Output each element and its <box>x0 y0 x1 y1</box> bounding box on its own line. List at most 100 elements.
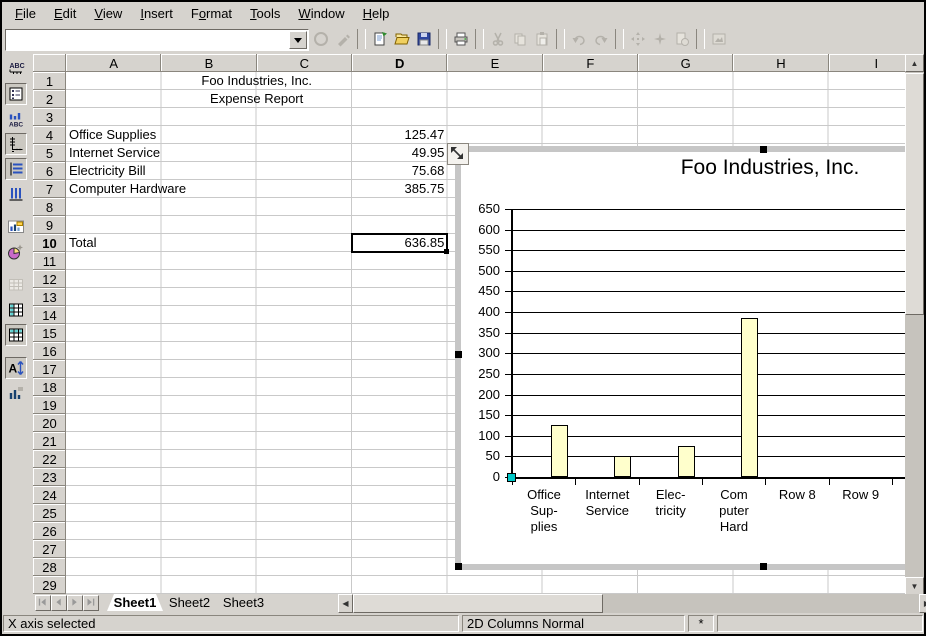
vertical-scrollbar-thumb[interactable] <box>905 73 924 315</box>
row-header-25[interactable]: 25 <box>33 504 66 522</box>
x-axis-category-label[interactable]: Internet Service <box>575 487 639 519</box>
y-axis-label[interactable]: 650 <box>462 201 500 217</box>
menu-file[interactable]: File <box>6 4 45 23</box>
y-axis-label[interactable]: 600 <box>462 222 500 238</box>
row-header-19[interactable]: 19 <box>33 396 66 414</box>
cell-A7[interactable]: Computer Hardware <box>66 180 161 198</box>
column-header-G[interactable]: G <box>638 54 733 72</box>
y-axis-label[interactable]: 450 <box>462 283 500 299</box>
scroll-down-button[interactable]: ▼ <box>905 577 924 595</box>
x-axis-category-label[interactable]: Office Sup- plies <box>512 487 576 535</box>
menu-format[interactable]: Format <box>182 4 241 23</box>
row-header-23[interactable]: 23 <box>33 468 66 486</box>
column-header-H[interactable]: H <box>733 54 828 72</box>
row-header-12[interactable]: 12 <box>33 270 66 288</box>
column-header-B[interactable]: B <box>161 54 256 72</box>
row-header-3[interactable]: 3 <box>33 108 66 126</box>
reorganize-chart-button[interactable] <box>5 382 27 404</box>
row-header-27[interactable]: 27 <box>33 540 66 558</box>
axes-title-on-off-button[interactable]: ABC <box>5 108 27 130</box>
row-header-8[interactable]: 8 <box>33 198 66 216</box>
row-header-6[interactable]: 6 <box>33 162 66 180</box>
sheet-tab-sheet1[interactable]: Sheet1 <box>107 594 163 611</box>
y-axis-label[interactable]: 0 <box>462 469 500 485</box>
sheet-nav-first-button[interactable] <box>35 595 51 611</box>
chart-selection-handle[interactable] <box>760 563 767 570</box>
y-axis-line[interactable] <box>511 209 513 479</box>
chart-type-button[interactable] <box>5 216 27 238</box>
y-axis-label[interactable]: 200 <box>462 387 500 403</box>
chart-bar[interactable] <box>614 456 631 477</box>
menu-help[interactable]: Help <box>354 4 399 23</box>
cell-A6[interactable]: Electricity Bill <box>66 162 161 180</box>
cell-fill-handle[interactable] <box>444 249 449 254</box>
y-axis-label[interactable]: 300 <box>462 345 500 361</box>
row-header-17[interactable]: 17 <box>33 360 66 378</box>
x-axis-category-label[interactable]: Row 9 <box>829 487 893 503</box>
combo-dropdown-button[interactable] <box>289 31 307 49</box>
legend-on-off-button[interactable] <box>5 83 27 105</box>
row-header-16[interactable]: 16 <box>33 342 66 360</box>
chart-title[interactable]: Foo Industries, Inc. <box>610 156 905 180</box>
column-header-E[interactable]: E <box>447 54 542 72</box>
cell-D7[interactable]: 385.75 <box>352 180 447 198</box>
horizontal-grid-button[interactable] <box>5 158 27 180</box>
chart-selection-handle[interactable] <box>455 351 462 358</box>
menu-tools[interactable]: Tools <box>241 4 289 23</box>
data-in-rows-button[interactable] <box>5 299 27 321</box>
row-header-20[interactable]: 20 <box>33 414 66 432</box>
x-axis-line[interactable] <box>512 477 905 479</box>
data-in-columns-button[interactable] <box>5 324 27 346</box>
row-header-18[interactable]: 18 <box>33 378 66 396</box>
y-axis-label[interactable]: 250 <box>462 366 500 382</box>
x-axis-category-label[interactable]: Com puter Hard <box>702 487 766 535</box>
row-header-29[interactable]: 29 <box>33 576 66 594</box>
new-document-button[interactable] <box>369 28 391 50</box>
print-button[interactable] <box>450 28 472 50</box>
row-header-9[interactable]: 9 <box>33 216 66 234</box>
scroll-right-button[interactable]: ▶ <box>919 594 926 613</box>
row-header-14[interactable]: 14 <box>33 306 66 324</box>
sheet-nav-next-button[interactable] <box>67 595 83 611</box>
row-header-24[interactable]: 24 <box>33 486 66 504</box>
x-axis-category-label[interactable]: Row 8 <box>765 487 829 503</box>
menu-edit[interactable]: Edit <box>45 4 85 23</box>
chart-bar[interactable] <box>741 318 758 477</box>
chart-selection-handle[interactable] <box>760 146 767 153</box>
row-header-10[interactable]: 10 <box>33 234 66 252</box>
horizontal-scrollbar[interactable]: ◀ ▶ <box>338 594 926 613</box>
cell-B2[interactable]: Expense Report <box>161 90 352 108</box>
row-header-11[interactable]: 11 <box>33 252 66 270</box>
row-header-28[interactable]: 28 <box>33 558 66 576</box>
cell-A10[interactable]: Total <box>66 234 161 252</box>
autoformat-button[interactable] <box>5 241 27 263</box>
axis-descriptions-button[interactable] <box>5 133 27 155</box>
column-header-F[interactable]: F <box>543 54 638 72</box>
row-header-21[interactable]: 21 <box>33 432 66 450</box>
sheet-nav-last-button[interactable] <box>83 595 99 611</box>
chart-selection-handle[interactable] <box>455 563 462 570</box>
cell-D6[interactable]: 75.68 <box>352 162 447 180</box>
select-all-corner[interactable] <box>33 54 66 72</box>
menu-view[interactable]: View <box>85 4 131 23</box>
vertical-grid-button[interactable] <box>5 183 27 205</box>
embedded-chart-object[interactable]: Foo Industries, Inc. 0501001502002503003… <box>455 146 905 570</box>
axis-selection-handle[interactable] <box>507 473 516 482</box>
menu-insert[interactable]: Insert <box>131 4 182 23</box>
save-button[interactable] <box>413 28 435 50</box>
cell-A4[interactable]: Office Supplies <box>66 126 161 144</box>
menu-window[interactable]: Window <box>289 4 353 23</box>
sheet-tab-sheet2[interactable]: Sheet2 <box>162 594 217 611</box>
row-header-7[interactable]: 7 <box>33 180 66 198</box>
column-header-I[interactable]: I <box>829 54 905 72</box>
chart-bar[interactable] <box>678 446 695 477</box>
sheet-nav-previous-button[interactable] <box>51 595 67 611</box>
row-header-22[interactable]: 22 <box>33 450 66 468</box>
sheet-tab-sheet3[interactable]: Sheet3 <box>216 594 271 611</box>
horizontal-scrollbar-thumb[interactable] <box>353 594 603 613</box>
y-axis-label[interactable]: 50 <box>462 448 500 464</box>
y-axis-label[interactable]: 550 <box>462 242 500 258</box>
y-axis-label[interactable]: 150 <box>462 407 500 423</box>
vertical-scrollbar[interactable]: ▲ ▼ <box>905 54 924 598</box>
cell-A5[interactable]: Internet Service <box>66 144 161 162</box>
